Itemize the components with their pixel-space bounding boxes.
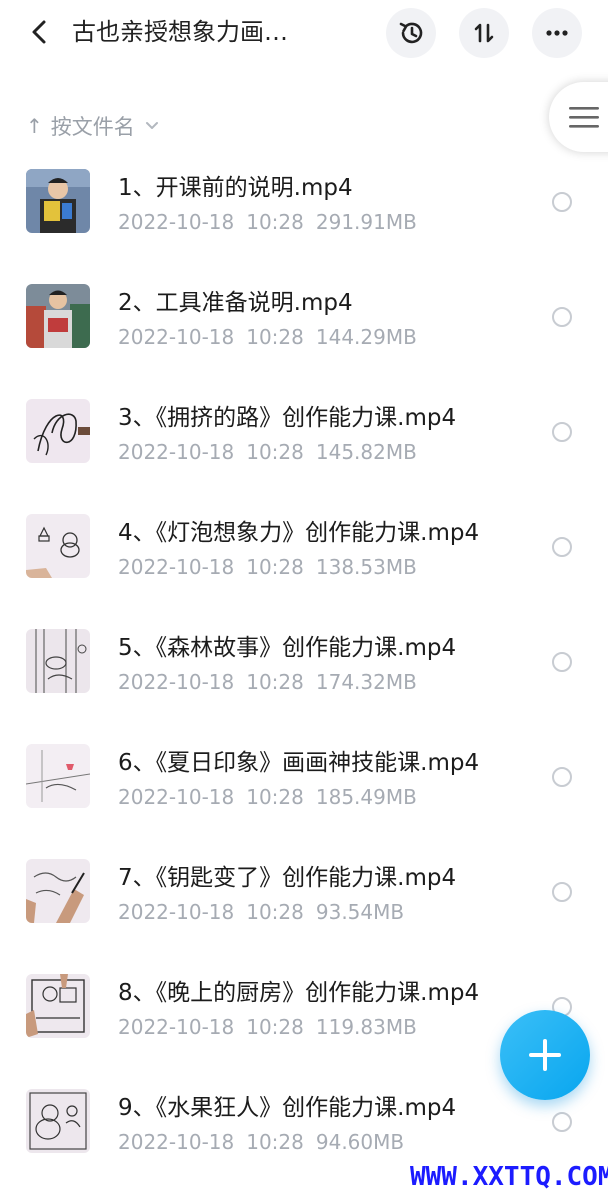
- file-row[interactable]: 7、《钥匙变了》创作能力课.mp4 2022-10-18 10:28 93.54MB: [0, 842, 608, 957]
- file-date: 2022-10-18: [118, 900, 235, 924]
- sort-selector[interactable]: ↑ 按文件名: [26, 108, 159, 144]
- file-date: 2022-10-18: [118, 325, 235, 349]
- file-size: 119.83MB: [315, 1015, 417, 1039]
- video-thumbnail: [26, 859, 90, 923]
- video-thumbnail: [26, 974, 90, 1038]
- file-date: 2022-10-18: [118, 210, 235, 234]
- sort-button[interactable]: [459, 8, 509, 58]
- side-menu-toggle[interactable]: [549, 82, 608, 152]
- chevron-left-icon: [32, 20, 46, 44]
- file-time: 10:28: [246, 785, 304, 809]
- back-button[interactable]: [22, 14, 58, 50]
- file-name: 3、《拥挤的路》创作能力课.mp4: [118, 405, 457, 431]
- video-thumbnail: [26, 284, 90, 348]
- file-name: 6、《夏日印象》画画神技能课.mp4: [118, 750, 480, 776]
- file-time: 10:28: [246, 1015, 304, 1039]
- file-name: 4、《灯泡想象力》创作能力课.mp4: [118, 520, 480, 546]
- file-time: 10:28: [246, 670, 304, 694]
- file-size: 93.54MB: [315, 900, 405, 924]
- file-name: 7、《钥匙变了》创作能力课.mp4: [118, 865, 457, 891]
- file-name: 8、《晚上的厨房》创作能力课.mp4: [118, 980, 480, 1006]
- history-icon: [399, 22, 423, 44]
- file-name: 1、开课前的说明.mp4: [118, 175, 353, 201]
- file-meta: 2022-10-18 10:28 185.49MB: [118, 785, 417, 809]
- arrow-up-icon: ↑: [26, 114, 43, 138]
- chevron-down-icon: [145, 122, 158, 129]
- file-row[interactable]: 6、《夏日印象》画画神技能课.mp4 2022-10-18 10:28 185.49…: [0, 727, 608, 842]
- sort-icon: [474, 23, 494, 43]
- file-row[interactable]: 5、《森林故事》创作能力课.mp4 2022-10-18 10:28 174.32M…: [0, 612, 608, 727]
- file-meta: 2022-10-18 10:28 138.53MB: [118, 555, 417, 579]
- video-thumbnail: [26, 169, 90, 233]
- file-row[interactable]: 2、工具准备说明.mp4 2022-10-18 10:28 144.29MB: [0, 267, 608, 382]
- history-button[interactable]: [386, 8, 436, 58]
- file-meta: 2022-10-18 10:28 144.29MB: [118, 325, 417, 349]
- watermark-text: WWW.XXTTQ.COM: [410, 1162, 608, 1192]
- file-row[interactable]: 4、《灯泡想象力》创作能力课.mp4 2022-10-18 10:28 138.53…: [0, 497, 608, 612]
- select-radio[interactable]: [552, 307, 572, 327]
- select-radio[interactable]: [552, 537, 572, 557]
- file-time: 10:28: [246, 1130, 304, 1154]
- file-date: 2022-10-18: [118, 440, 235, 464]
- file-name: 5、《森林故事》创作能力课.mp4: [118, 635, 457, 661]
- file-date: 2022-10-18: [118, 1015, 235, 1039]
- video-thumbnail: [26, 1089, 90, 1153]
- video-thumbnail: [26, 744, 90, 808]
- more-button[interactable]: [532, 8, 582, 58]
- file-time: 10:28: [246, 555, 304, 579]
- sort-label: 按文件名: [50, 115, 135, 139]
- file-meta: 2022-10-18 10:28 145.82MB: [118, 440, 417, 464]
- top-bar: 古也亲授想象力画…: [0, 0, 608, 66]
- file-row[interactable]: 3、《拥挤的路》创作能力课.mp4 2022-10-18 10:28 145.82M…: [0, 382, 608, 497]
- file-meta: 2022-10-18 10:28 174.32MB: [118, 670, 417, 694]
- file-time: 10:28: [246, 440, 304, 464]
- video-thumbnail: [26, 629, 90, 693]
- file-row[interactable]: 1、开课前的说明.mp4 2022-10-18 10:28 291.91MB: [0, 152, 608, 267]
- file-size: 144.29MB: [315, 325, 417, 349]
- file-time: 10:28: [246, 210, 304, 234]
- page-title: 古也亲授想象力画…: [72, 18, 288, 46]
- video-thumbnail: [26, 514, 90, 578]
- add-button[interactable]: [500, 1010, 590, 1100]
- select-radio[interactable]: [552, 882, 572, 902]
- file-size: 138.53MB: [315, 555, 417, 579]
- file-size: 174.32MB: [315, 670, 417, 694]
- file-time: 10:28: [246, 900, 304, 924]
- video-thumbnail: [26, 399, 90, 463]
- file-date: 2022-10-18: [118, 555, 235, 579]
- file-date: 2022-10-18: [118, 1130, 235, 1154]
- file-time: 10:28: [246, 325, 304, 349]
- select-radio[interactable]: [552, 1112, 572, 1132]
- file-size: 291.91MB: [315, 210, 417, 234]
- select-radio[interactable]: [552, 422, 572, 442]
- file-meta: 2022-10-18 10:28 291.91MB: [118, 210, 417, 234]
- hamburger-icon: [569, 107, 599, 128]
- file-date: 2022-10-18: [118, 785, 235, 809]
- plus-icon: [529, 1039, 561, 1071]
- file-meta: 2022-10-18 10:28 94.60MB: [118, 1130, 404, 1154]
- file-name: 9、《水果狂人》创作能力课.mp4: [118, 1095, 457, 1121]
- file-size: 145.82MB: [315, 440, 417, 464]
- select-radio[interactable]: [552, 652, 572, 672]
- file-size: 94.60MB: [315, 1130, 405, 1154]
- file-date: 2022-10-18: [118, 670, 235, 694]
- file-meta: 2022-10-18 10:28 93.54MB: [118, 900, 404, 924]
- select-radio[interactable]: [552, 767, 572, 787]
- file-size: 185.49MB: [315, 785, 417, 809]
- more-icon: [546, 30, 568, 36]
- file-name: 2、工具准备说明.mp4: [118, 290, 353, 316]
- select-radio[interactable]: [552, 192, 572, 212]
- file-meta: 2022-10-18 10:28 119.83MB: [118, 1015, 417, 1039]
